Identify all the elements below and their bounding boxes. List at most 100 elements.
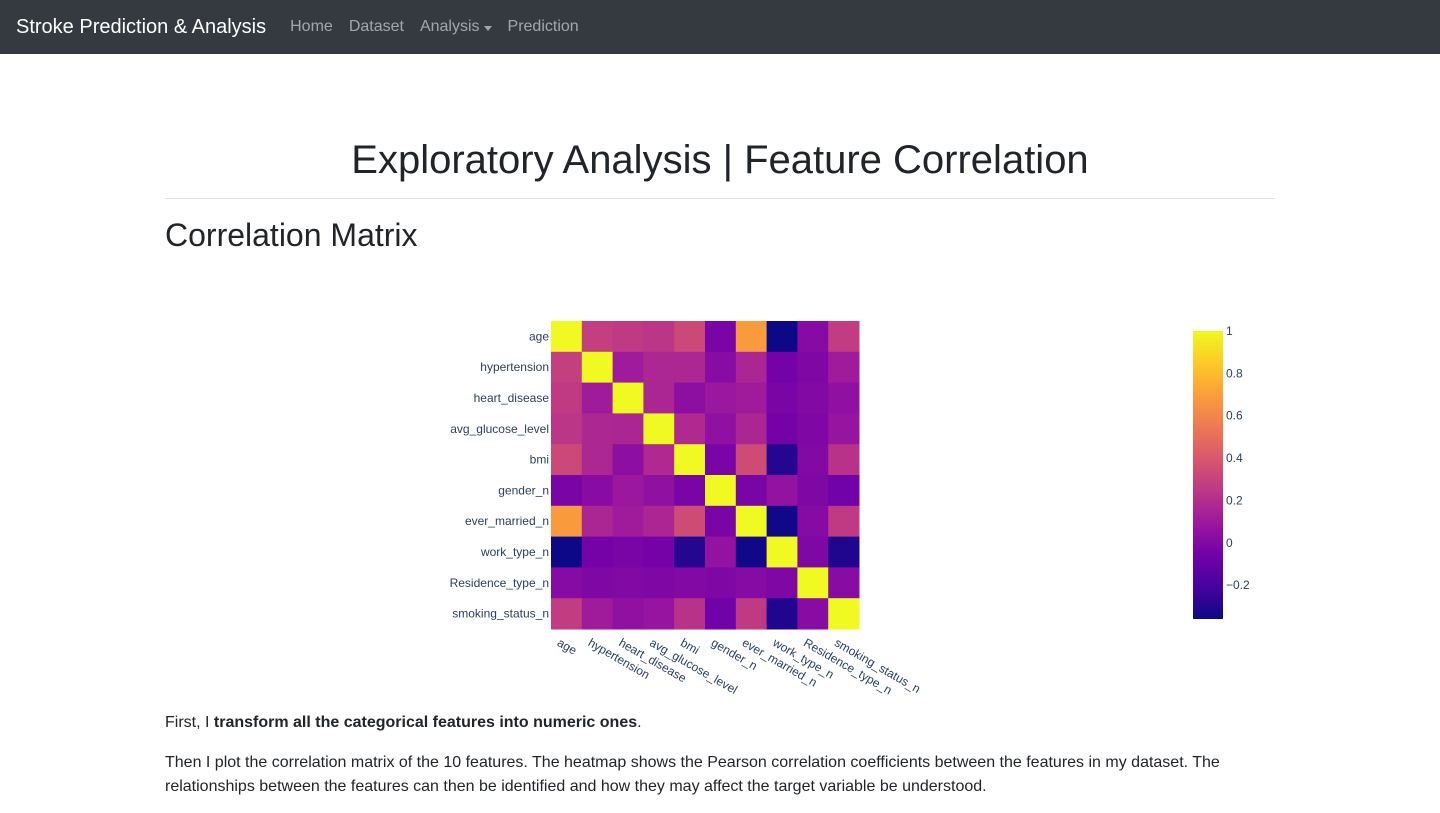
- heatmap-cell[interactable]: [643, 475, 675, 507]
- heatmap-cell[interactable]: [828, 567, 860, 599]
- heatmap-cell[interactable]: [581, 598, 614, 630]
- heatmap-cell[interactable]: [551, 598, 583, 630]
- heatmap-cell[interactable]: [797, 444, 829, 476]
- heatmap-cell[interactable]: [612, 382, 644, 414]
- heatmap-cell[interactable]: [674, 475, 706, 507]
- heatmap-cell[interactable]: [581, 413, 614, 445]
- heatmap-cell[interactable]: [797, 321, 829, 353]
- heatmap-cell[interactable]: [551, 475, 583, 507]
- heatmap-cell[interactable]: [735, 444, 768, 476]
- heatmap-cell[interactable]: [828, 382, 860, 414]
- heatmap-cell[interactable]: [643, 321, 675, 353]
- heatmap-cell[interactable]: [766, 321, 798, 353]
- heatmap-cell[interactable]: [828, 505, 860, 538]
- heatmap-cell[interactable]: [766, 536, 798, 568]
- heatmap-cell[interactable]: [705, 321, 737, 353]
- heatmap-cell[interactable]: [735, 351, 768, 384]
- heatmap-cell[interactable]: [735, 382, 768, 414]
- heatmap-cell[interactable]: [828, 598, 860, 630]
- heatmap-cell[interactable]: [735, 598, 768, 630]
- heatmap-cell[interactable]: [797, 475, 829, 507]
- heatmap-cell[interactable]: [612, 598, 644, 630]
- heatmap-cell[interactable]: [705, 413, 737, 445]
- heatmap-cell[interactable]: [797, 382, 829, 414]
- heatmap-cell[interactable]: [551, 567, 583, 599]
- heatmap-cell[interactable]: [828, 444, 860, 476]
- heatmap-cell[interactable]: [643, 536, 675, 568]
- heatmap-cell[interactable]: [828, 536, 860, 568]
- heatmap-cell[interactable]: [643, 567, 675, 599]
- heatmap-cell[interactable]: [766, 505, 798, 538]
- heatmap-cell[interactable]: [705, 351, 737, 384]
- heatmap-cell[interactable]: [581, 505, 614, 538]
- heatmap-cell[interactable]: [766, 567, 798, 599]
- heatmap-cell[interactable]: [705, 505, 737, 538]
- heatmap-cell[interactable]: [705, 598, 737, 630]
- heatmap-cell[interactable]: [581, 567, 614, 599]
- heatmap-cell[interactable]: [551, 444, 583, 476]
- heatmap-cell[interactable]: [581, 382, 614, 414]
- heatmap-cell[interactable]: [612, 444, 644, 476]
- heatmap-cell[interactable]: [612, 351, 644, 384]
- heatmap-cell[interactable]: [735, 567, 768, 599]
- heatmap-cell[interactable]: [674, 567, 706, 599]
- heatmap-cell[interactable]: [643, 505, 675, 538]
- heatmap-cell[interactable]: [797, 505, 829, 538]
- heatmap-cell[interactable]: [551, 382, 583, 414]
- heatmap-cell[interactable]: [581, 475, 614, 507]
- heatmap-cell[interactable]: [612, 536, 644, 568]
- heatmap-cell[interactable]: [612, 505, 644, 538]
- heatmap-cell[interactable]: [828, 321, 860, 353]
- correlation-heatmap[interactable]: ageagehypertensionhypertensionheart_dise…: [0, 0, 1440, 813]
- heatmap-cell[interactable]: [797, 351, 829, 384]
- heatmap-cell[interactable]: [735, 321, 768, 353]
- heatmap-cell[interactable]: [797, 567, 829, 599]
- heatmap-cell[interactable]: [551, 505, 583, 538]
- heatmap-cell[interactable]: [643, 413, 675, 445]
- heatmap-cell[interactable]: [551, 413, 583, 445]
- heatmap-cell[interactable]: [766, 444, 798, 476]
- heatmap-cell[interactable]: [674, 351, 706, 384]
- heatmap-cell[interactable]: [766, 475, 798, 507]
- heatmap-cell[interactable]: [766, 351, 798, 384]
- heatmap-cell[interactable]: [766, 598, 798, 630]
- heatmap-cell[interactable]: [581, 536, 614, 568]
- heatmap-cell[interactable]: [797, 598, 829, 630]
- heatmap-cell[interactable]: [643, 351, 675, 384]
- heatmap-cell[interactable]: [581, 351, 614, 384]
- heatmap-cell[interactable]: [705, 444, 737, 476]
- heatmap-cell[interactable]: [581, 321, 614, 353]
- heatmap-cell[interactable]: [735, 536, 768, 568]
- heatmap-cell[interactable]: [828, 413, 860, 445]
- heatmap-cell[interactable]: [674, 444, 706, 476]
- heatmap-cell[interactable]: [674, 598, 706, 630]
- heatmap-cell[interactable]: [674, 382, 706, 414]
- heatmap-cell[interactable]: [735, 505, 768, 538]
- heatmap-cell[interactable]: [581, 444, 614, 476]
- heatmap-cell[interactable]: [612, 413, 644, 445]
- heatmap-cell[interactable]: [705, 382, 737, 414]
- heatmap-cell[interactable]: [674, 505, 706, 538]
- heatmap-cell[interactable]: [735, 413, 768, 445]
- heatmap-cell[interactable]: [674, 321, 706, 353]
- heatmap-cell[interactable]: [705, 567, 737, 599]
- heatmap-cell[interactable]: [643, 382, 675, 414]
- heatmap-cell[interactable]: [828, 351, 860, 384]
- heatmap-cell[interactable]: [674, 536, 706, 568]
- heatmap-cell[interactable]: [766, 382, 798, 414]
- heatmap-cell[interactable]: [705, 475, 737, 507]
- heatmap-cell[interactable]: [551, 536, 583, 568]
- heatmap-cell[interactable]: [643, 444, 675, 476]
- heatmap-cell[interactable]: [551, 351, 583, 384]
- heatmap-cell[interactable]: [612, 567, 644, 599]
- heatmap-cell[interactable]: [705, 536, 737, 568]
- heatmap-cell[interactable]: [828, 475, 860, 507]
- heatmap-cell[interactable]: [797, 413, 829, 445]
- heatmap-cell[interactable]: [643, 598, 675, 630]
- heatmap-cell[interactable]: [766, 413, 798, 445]
- heatmap-cell[interactable]: [797, 536, 829, 568]
- heatmap-cell[interactable]: [551, 321, 583, 353]
- heatmap-cell[interactable]: [735, 475, 768, 507]
- heatmap-cell[interactable]: [612, 475, 644, 507]
- heatmap-cell[interactable]: [612, 321, 644, 353]
